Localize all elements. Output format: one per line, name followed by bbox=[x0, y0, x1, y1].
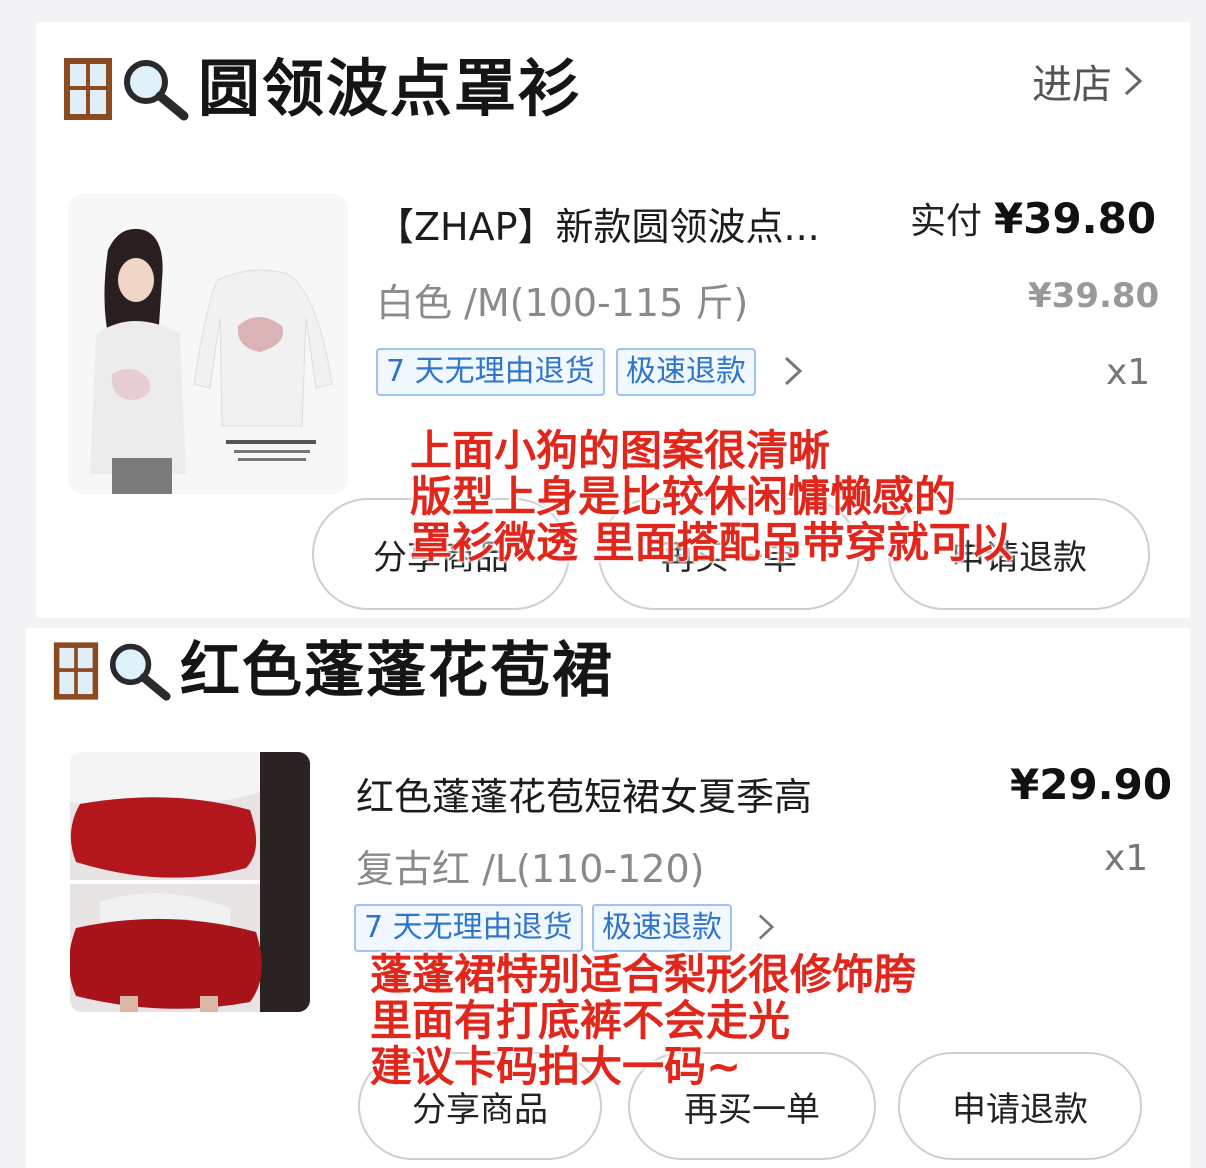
quantity-2: x1 bbox=[1104, 838, 1149, 879]
magnifier-icon bbox=[124, 60, 189, 121]
shop-heading-2: 红色蓬蓬花苞裙 bbox=[52, 640, 614, 702]
paid-label: 实付 bbox=[910, 201, 983, 242]
product-image-2[interactable] bbox=[70, 752, 310, 1012]
product-image-1[interactable] bbox=[68, 194, 348, 494]
review-note-1: 上面小狗的图案很清晰 版型上身是比较休闲慵懒感的 罩衫微透 里面搭配吊带穿就可以 bbox=[410, 428, 1013, 566]
paid-row: 实付 ¥39.80 bbox=[910, 192, 1156, 244]
note-line: 蓬蓬裙特别适合梨形很修饰胯 bbox=[370, 950, 917, 999]
tag-fast-refund-2: 极速退款 bbox=[592, 904, 732, 952]
chevron-right-icon[interactable] bbox=[782, 354, 804, 388]
sweater-image bbox=[68, 194, 348, 494]
quantity-1: x1 bbox=[1106, 352, 1151, 393]
shop-heading-1: 圆领波点罩衫 bbox=[62, 56, 582, 122]
paid-price: ¥39.80 bbox=[994, 194, 1157, 243]
window-icon bbox=[64, 58, 112, 120]
note-line: 上面小狗的图案很清晰 bbox=[410, 426, 831, 475]
request-refund-button-2[interactable]: 申请退款 bbox=[898, 1052, 1142, 1160]
product-title-2[interactable]: 红色蓬蓬花苞短裙女夏季高 bbox=[356, 766, 812, 821]
tag-7day-return-1: 7 天无理由退货 bbox=[376, 348, 605, 396]
shop-heading-text: 红色蓬蓬花苞裙 bbox=[180, 636, 614, 706]
product-variant-2: 复古红 /L(110-120) bbox=[356, 847, 705, 891]
window-icon bbox=[53, 642, 99, 700]
note-line: 里面有打底裤不会走光 bbox=[370, 996, 791, 1045]
note-line: 建议卡码拍大一码~ bbox=[370, 1042, 742, 1091]
price-2: ¥29.90 bbox=[1010, 760, 1173, 809]
product-title-1[interactable]: 【ZHAP】新款圆领波点... bbox=[376, 196, 820, 251]
chevron-right-icon bbox=[1124, 66, 1143, 96]
order-card-2: 红色蓬蓬花苞裙 红色蓬蓬花苞短裙女夏季高 ¥29.90 复古红 /L(110-1… bbox=[26, 628, 1190, 1168]
magnifier-icon bbox=[109, 643, 171, 701]
shop-heading-text: 圆领波点罩衫 bbox=[198, 52, 583, 125]
skirt-image bbox=[70, 752, 310, 1012]
review-note-2: 蓬蓬裙特别适合梨形很修饰胯 里面有打底裤不会走光 建议卡码拍大一码~ bbox=[370, 952, 916, 1090]
unit-price-1: ¥39.80 bbox=[1028, 276, 1160, 316]
note-line: 版型上身是比较休闲慵懒感的 bbox=[410, 472, 957, 521]
note-line: 罩衫微透 里面搭配吊带穿就可以 bbox=[410, 518, 1013, 567]
store-link-label: 进店 bbox=[1032, 62, 1112, 108]
tag-fast-refund-1: 极速退款 bbox=[616, 348, 756, 396]
tag-7day-return-2: 7 天无理由退货 bbox=[354, 904, 583, 952]
order-card-1: 圆领波点罩衫 进店 【ZHAP】新款圆领波点... 实付 ¥39.80 白色 /… bbox=[36, 22, 1190, 618]
product-variant-1: 白色 /M(100-115 斤) bbox=[376, 281, 749, 325]
request-refund-label: 申请退款 bbox=[952, 1089, 1088, 1130]
chevron-right-icon[interactable] bbox=[756, 912, 776, 942]
store-link[interactable]: 进店 bbox=[1032, 52, 1144, 110]
